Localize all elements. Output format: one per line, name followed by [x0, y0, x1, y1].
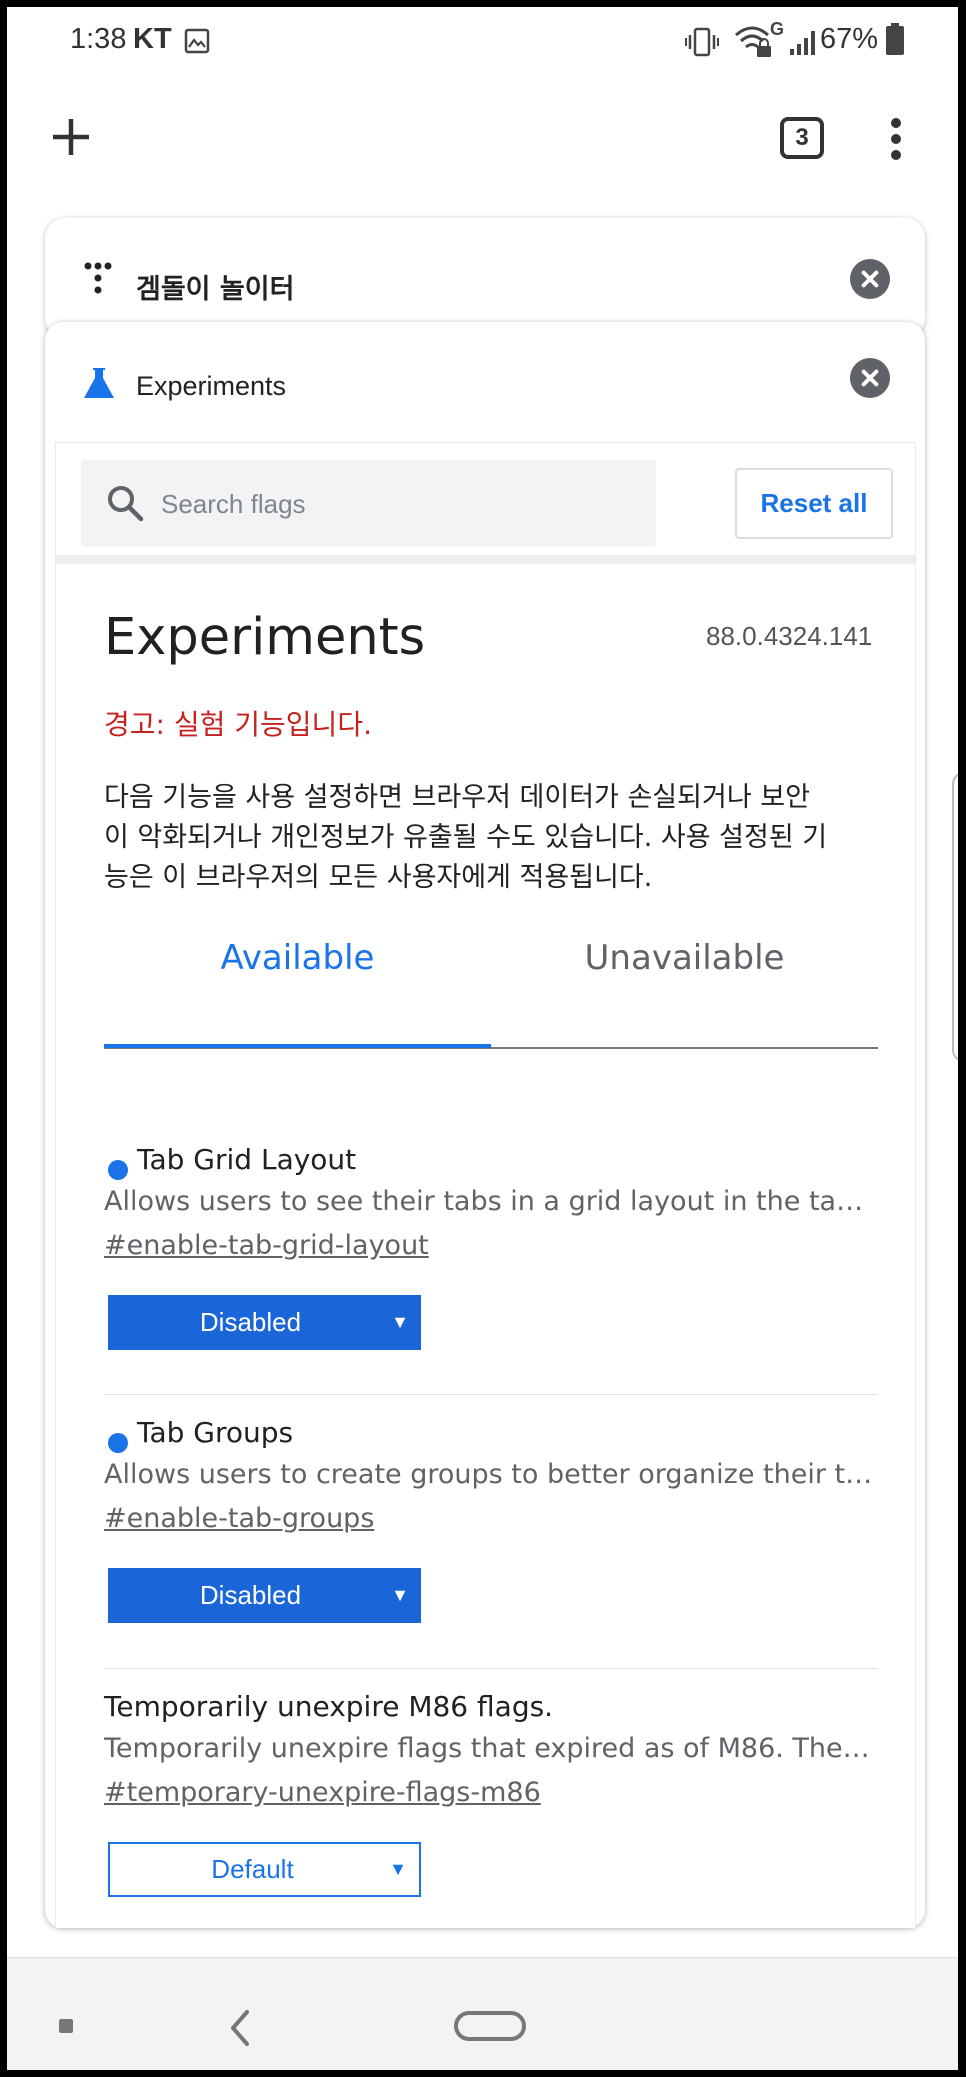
flag-link[interactable]: #enable-tab-groups: [104, 1503, 374, 1534]
flag-name: Tab Groups: [137, 1416, 294, 1449]
close-tab-front-icon[interactable]: [850, 358, 890, 398]
new-tab-button[interactable]: [47, 113, 95, 161]
flag-item: Tab Grid Layout Allows users to see thei…: [104, 1123, 878, 1395]
tab-unavailable[interactable]: Unavailable: [491, 938, 878, 978]
close-tab-back-icon[interactable]: [850, 259, 890, 299]
battery-percent: 67%: [820, 23, 879, 55]
flag-select[interactable]: Default ▼: [108, 1842, 421, 1897]
dropdown-arrow-icon: ▼: [391, 1312, 409, 1332]
dropdown-arrow-icon: ▼: [391, 1585, 409, 1605]
flag-link[interactable]: #enable-tab-grid-layout: [104, 1230, 429, 1261]
version-label: 88.0.4324.141: [706, 621, 873, 651]
description-line: 다음 기능을 사용 설정하면 브라우저 데이터가 손실되거나 보안: [104, 782, 810, 813]
system-nav-bar: [7, 1957, 958, 2070]
description-line: 능은 이 브라우저의 모든 사용자에게 적용됩니다.: [104, 862, 653, 893]
flag-description: Allows users to create groups to better …: [104, 1459, 878, 1490]
more-vert-icon[interactable]: [881, 115, 911, 163]
flag-name: Tab Grid Layout: [137, 1143, 357, 1176]
home-icon[interactable]: [454, 2011, 526, 2041]
tab-switcher-toolbar: 3: [7, 67, 958, 207]
flag-item: Tab Groups Allows users to create groups…: [104, 1396, 878, 1669]
flag-select[interactable]: Disabled ▼: [108, 1295, 421, 1350]
tab-card-back-title: 겜돌이 놀이터: [136, 274, 295, 305]
flag-select-value: Disabled: [199, 1580, 302, 1610]
flag-item: Temporarily unexpire M86 flags. Temporar…: [104, 1670, 878, 1928]
modified-dot-icon: [108, 1433, 128, 1453]
flags-header: Reset all: [56, 443, 915, 563]
status-time: 1:38: [70, 23, 127, 55]
flag-name: Temporarily unexpire M86 flags.: [104, 1690, 554, 1723]
flag-select-value: Disabled: [199, 1307, 302, 1337]
page-title: Experiments: [104, 608, 426, 667]
search-input[interactable]: [161, 480, 641, 528]
flask-icon: [84, 368, 114, 398]
edge-panel-handle[interactable]: [952, 772, 958, 1062]
flag-select-value: Default: [211, 1854, 294, 1884]
tab-available[interactable]: Available: [104, 938, 491, 978]
signal-icon: [790, 31, 815, 55]
warning-text: 경고: 실험 기능입니다.: [104, 708, 372, 741]
tab-card-front-title: Experiments: [136, 371, 287, 401]
description-line: 이 악화되거나 개인정보가 유출될 수도 있습니다. 사용 설정된 기: [104, 822, 828, 853]
tab-count-button[interactable]: 3: [780, 117, 824, 159]
status-bar: 1:38 KT G 67%: [7, 7, 958, 67]
vibrate-icon: [685, 27, 719, 57]
gallery-icon: [184, 28, 210, 54]
status-carrier: KT: [133, 23, 172, 55]
dots-logo-icon: [84, 262, 112, 294]
search-box[interactable]: [81, 460, 656, 547]
modified-dot-icon: [108, 1160, 128, 1180]
flag-description: Allows users to see their tabs in a grid…: [104, 1186, 878, 1217]
flag-description: Temporarily unexpire flags that expired …: [104, 1733, 878, 1764]
back-icon[interactable]: [225, 2008, 255, 2048]
search-icon: [108, 486, 144, 522]
active-tab-indicator: [104, 1044, 491, 1048]
reset-all-button[interactable]: Reset all: [735, 468, 893, 539]
flag-select[interactable]: Disabled ▼: [108, 1568, 421, 1623]
battery-icon: [886, 23, 904, 55]
description-text: 다음 기능을 사용 설정하면 브라우저 데이터가 손실되거나 보안 이 악화되거…: [104, 778, 884, 898]
recents-icon[interactable]: [59, 2019, 73, 2033]
flag-separator: [104, 1668, 878, 1669]
flags-page: Reset all Experiments 88.0.4324.141 경고: …: [55, 442, 916, 1928]
flag-link[interactable]: #temporary-unexpire-flags-m86: [104, 1777, 541, 1808]
dropdown-arrow-icon: ▼: [389, 1859, 407, 1879]
flag-separator: [104, 1394, 878, 1395]
network-type: G: [770, 19, 785, 39]
phone-screen: 1:38 KT G 67% 3 겜돌이 놀이터 Experiments Sear…: [7, 7, 958, 2070]
